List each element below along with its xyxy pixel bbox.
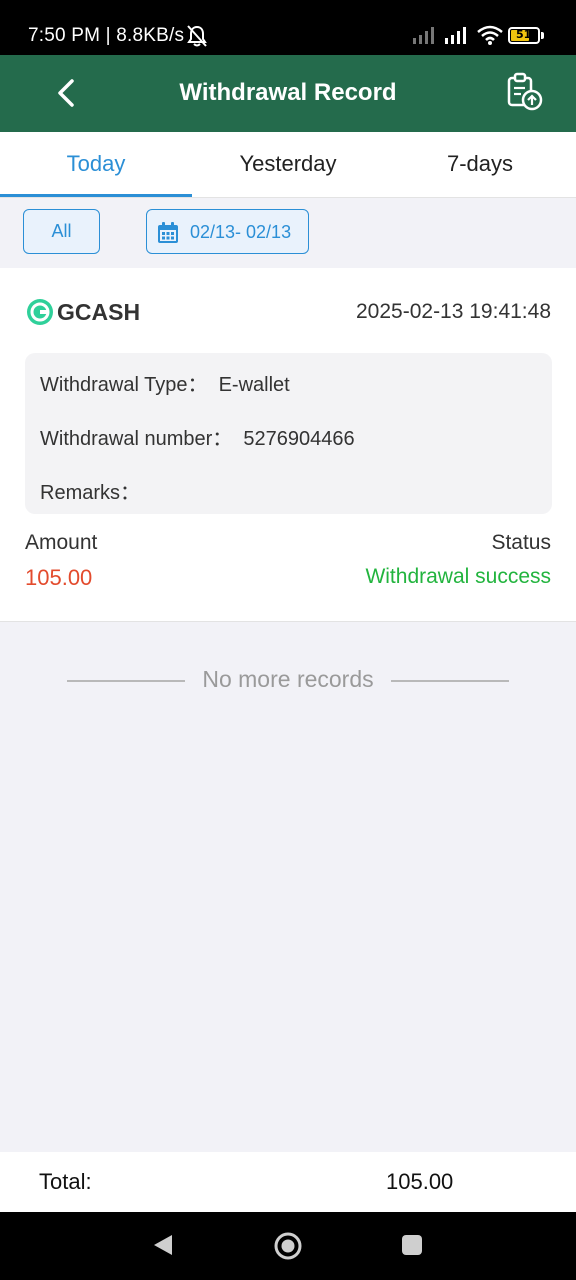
- wifi-icon: [477, 25, 503, 45]
- total-label: Total:: [39, 1169, 92, 1194]
- withdrawal-type: Withdrawal Type： E-wallet: [40, 374, 290, 396]
- amount-label: Amount: [25, 531, 98, 554]
- status-bar: 7:50 PM | 8.8KB/s 51: [0, 0, 576, 55]
- home-nav-icon[interactable]: [273, 1231, 303, 1261]
- tab-today[interactable]: Today: [0, 132, 192, 198]
- date-range-text: 02/13- 02/13: [190, 222, 292, 242]
- active-tab-indicator: [0, 194, 192, 197]
- total-value: 105.00: [386, 1169, 454, 1194]
- status-label: Status: [491, 531, 551, 554]
- all-filter-button[interactable]: All: [23, 209, 100, 254]
- page-title: Withdrawal Record: [179, 79, 397, 106]
- withdrawal-record-card[interactable]: GCASH 2025-02-13 19:41:48 Withdrawal Typ…: [0, 268, 576, 622]
- back-nav-icon[interactable]: [150, 1232, 176, 1258]
- withdrawal-number: Withdrawal number： 5276904466: [40, 428, 355, 450]
- payment-brand: GCASH: [57, 299, 141, 325]
- end-of-list: No more records: [0, 665, 576, 695]
- date-tabs: Today Yesterday 7-days: [0, 132, 576, 198]
- tab-7-days[interactable]: 7-days: [384, 132, 576, 198]
- battery-icon: 51: [508, 27, 540, 44]
- signal-icon: [413, 27, 434, 44]
- system-nav-bar: [0, 1212, 576, 1280]
- clipboard-upload-icon[interactable]: [504, 72, 544, 112]
- amount-value: 105.00: [25, 565, 93, 590]
- battery-level: 51: [516, 28, 532, 41]
- filter-bar: All 02/13- 02/13: [0, 198, 576, 268]
- date-range-button[interactable]: 02/13- 02/13: [146, 209, 309, 254]
- total-bar: Total: 105.00: [0, 1152, 576, 1212]
- gcash-logo-icon: [27, 299, 53, 325]
- record-datetime: 2025-02-13 19:41:48: [356, 300, 551, 323]
- calendar-icon: [158, 222, 178, 243]
- status-value: Withdrawal success: [365, 565, 551, 588]
- bell-off-icon: [187, 25, 207, 47]
- remarks: Remarks：: [40, 482, 141, 504]
- no-more-records-text: No more records: [202, 666, 374, 692]
- signal-icon: [445, 27, 466, 44]
- status-time: 7:50 PM | 8.8KB/s: [28, 25, 185, 46]
- app-header: Withdrawal Record: [0, 55, 576, 132]
- recents-nav-icon[interactable]: [400, 1233, 424, 1257]
- record-details-box: Withdrawal Type： E-wallet Withdrawal num…: [25, 353, 552, 514]
- tab-yesterday[interactable]: Yesterday: [192, 132, 384, 198]
